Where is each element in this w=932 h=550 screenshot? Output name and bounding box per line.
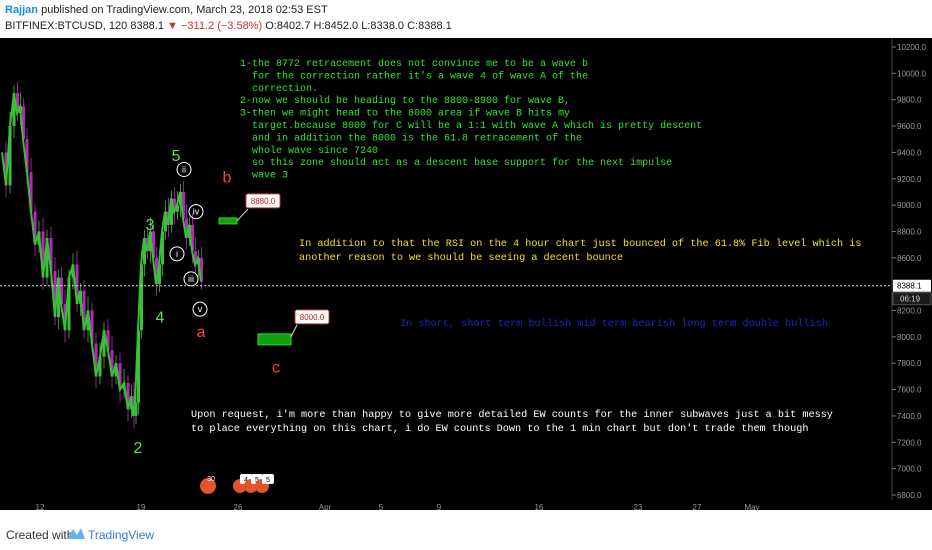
target-zone-box [218,217,238,225]
chart-canvas[interactable]: 10200.010000.09800.09600.09400.09200.090… [0,38,932,512]
header-bar: Rajjan published on TradingView.com, Mar… [0,0,932,38]
tradingview-link[interactable]: TradingView [88,528,154,542]
x-tick-label: 23 [634,503,643,510]
x-tick-label: 5 [379,503,384,510]
target-zone-box [257,333,292,346]
wave-label: 2 [134,440,143,457]
y-tick-label: 9600.0 [897,122,922,131]
white-note-line: to place everything on this chart, i do … [191,423,808,435]
x-tick-label: 19 [137,503,146,510]
green-note-line: for the correction rather it's a wave 4 … [240,70,588,82]
y-tick-label: 7600.0 [897,386,922,395]
published-text: published on TradingView.com, March 23, … [41,4,328,16]
wave-label: i [176,249,178,259]
wave-label: iv [193,207,200,217]
green-note-line: correction. [240,83,318,95]
green-note-line: wave 3 [240,171,288,182]
y-tick-label: 7200.0 [897,438,922,447]
y-tick-label: 6800.0 [897,491,922,500]
y-tick-label: 7800.0 [897,359,922,368]
author-link[interactable]: Rajjan [5,4,38,16]
x-tick-label: May [744,503,759,510]
countdown-label: 06:19 [900,295,921,304]
wave-label: 4 [156,309,165,326]
green-note-line: target.because 8000 for C will be a 1:1 … [240,120,702,132]
event-marker-label: 30 [207,476,215,483]
created-with-text: Created with [6,528,74,542]
wave-label: 5 [172,148,181,165]
y-tick-label: 9200.0 [897,175,922,184]
yellow-note-line: In addition to that the RSI on the 4 hou… [299,238,861,250]
green-note-line: 3-then we might head to the 8000 area if… [240,108,570,120]
y-tick-label: 8200.0 [897,307,922,316]
symbol-label: BITFINEX:BTCUSD, 120 [5,20,128,32]
y-tick-label: 7400.0 [897,412,922,421]
green-note-line: 2-now we should be heading to the 8800-8… [240,95,570,107]
blue-note-line: In short, short term bullish mid term be… [400,318,828,330]
tradingview-logo-icon [66,526,86,545]
target-callout-label: 8880.0 [251,197,276,206]
wave-label: 3 [146,217,155,234]
y-tick-label: 9400.0 [897,148,922,157]
symbol-line: BITFINEX:BTCUSD, 120 8388.1 ▼ −311.2 (−3… [5,20,452,32]
ohlc-values: O:8402.7 H:8452.0 L:8338.0 C:8388.1 [265,20,452,32]
y-tick-label: 9800.0 [897,96,922,105]
target-callout-label: 8000.0 [300,313,325,322]
x-tick-label: 16 [535,503,544,510]
price-change: −311.2 (−3.58%) [181,20,263,32]
green-note-line: 1-the 8772 retracement does not convince… [240,58,588,70]
white-note-line: Upon request, i'm more than happy to giv… [191,409,833,421]
wave-label: ii [182,164,186,174]
x-tick-label: 26 [234,503,243,510]
green-note-line: and in addition the 8000 is the 61.8 ret… [240,132,582,144]
publish-line: Rajjan published on TradingView.com, Mar… [5,4,328,16]
wave-label: c [272,359,280,376]
y-tick-label: 10200.0 [897,43,926,52]
price-axis-background [892,38,932,500]
y-tick-label: 7000.0 [897,465,922,474]
x-tick-label: Apr [319,503,332,510]
wave-label: iii [188,274,194,284]
footer-bar: Created with TradingView [0,512,932,550]
wave-label: v [198,304,203,314]
wave-label: a [197,324,206,341]
y-tick-label: 9000.0 [897,201,922,210]
y-tick-label: 10000.0 [897,69,926,78]
wave-label: b [223,170,232,187]
y-tick-label: 8800.0 [897,227,922,236]
x-tick-label: 12 [36,503,45,510]
y-tick-label: 8000.0 [897,333,922,342]
last-price: 8388.1 [130,20,164,32]
green-note-line: so this zone should act as a descent bas… [240,157,672,169]
current-price-label: 8388.1 [897,282,922,291]
y-tick-label: 8600.0 [897,254,922,263]
x-tick-label: 9 [437,503,442,510]
event-marker-label: 5 [266,477,270,484]
green-note-line: whole wave since 7240 [240,145,378,157]
x-tick-label: 27 [693,503,702,510]
yellow-note-line: another reason to we should be seeing a … [299,252,623,264]
chart-area[interactable]: 10200.0 10000.0 9800.0 9600.0 9400.0 9200.0 90… [0,38,932,512]
down-arrow-icon: ▼ [167,20,178,32]
